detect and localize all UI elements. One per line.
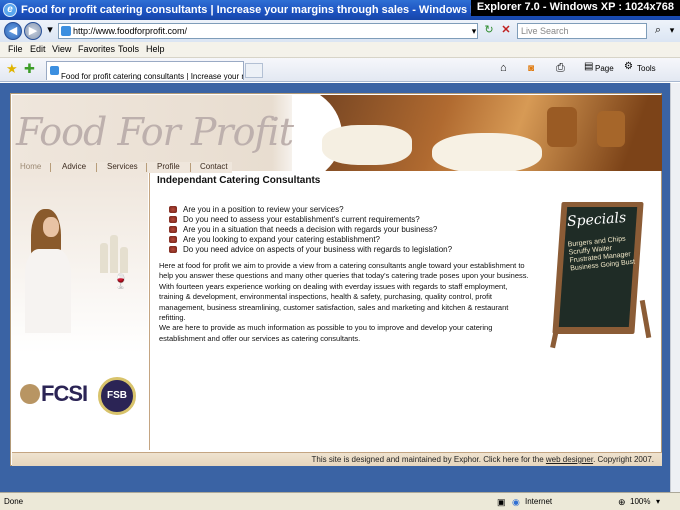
specials-text: Burgers and Chips Scruffy Waiter Frustra… xyxy=(567,235,636,273)
history-dropdown-icon[interactable]: ▾ xyxy=(42,23,58,39)
site-footer: This site is designed and maintained by … xyxy=(12,452,662,466)
address-toolbar: ◀ ▶ ▾ http://www.foodforprofit.com/ ▾ ↻ … xyxy=(0,20,680,42)
nav-contact[interactable]: Contact xyxy=(200,162,228,171)
window-titlebar: e Food for profit catering consultants |… xyxy=(0,0,680,20)
resolution-overlay: Explorer 7.0 - Windows XP : 1024x768 xyxy=(470,0,680,16)
tools-gear-icon: ⚙ xyxy=(624,61,633,72)
fsb-logo[interactable]: FSB xyxy=(98,377,136,415)
nav-profile[interactable]: Profile xyxy=(157,162,180,171)
menu-help[interactable]: Help xyxy=(146,44,165,54)
fcsi-globe-icon xyxy=(20,384,40,404)
zoom-icon: ⊕ xyxy=(618,497,626,507)
tab-title: Food for profit catering consultants | I… xyxy=(61,72,244,80)
main-content: Independant Catering Consultants Are you… xyxy=(157,173,661,443)
page-heading: Independant Catering Consultants xyxy=(157,175,321,186)
popup-blocker-icon[interactable]: ▣ xyxy=(497,497,506,508)
menu-file[interactable]: File xyxy=(8,44,23,54)
page-icon xyxy=(61,26,71,36)
tools-menu-button[interactable]: Tools xyxy=(637,64,656,73)
sidebar-divider xyxy=(149,173,150,450)
tab-favicon-icon xyxy=(50,66,59,75)
list-item: Do you need advice on aspects of your bu… xyxy=(169,245,452,255)
waitress-image xyxy=(17,193,97,333)
page-icon: ▤ xyxy=(584,61,594,72)
new-tab-button[interactable] xyxy=(245,63,263,78)
nav-advice[interactable]: Advice xyxy=(62,162,86,171)
tab-active[interactable]: Food for profit catering consultants | I… xyxy=(46,61,244,80)
status-bar: Done ▣ ◉ Internet ⊕ 100% ▾ xyxy=(0,492,680,510)
page-menu-button[interactable]: Page xyxy=(595,64,614,73)
intro-paragraph: Here at food for profit we aim to provid… xyxy=(159,261,529,343)
fcsi-logo[interactable]: FCSI xyxy=(20,381,88,407)
site-logo[interactable]: Food For Profit xyxy=(16,110,294,154)
tab-bar: ★ ✚ Food for profit catering consultants… xyxy=(0,58,680,82)
address-url: http://www.foodforprofit.com/ xyxy=(73,26,188,36)
site-nav: Home Advice Services Profile Contact xyxy=(12,162,232,173)
list-item: Do you need to assess your establishment… xyxy=(169,215,452,225)
menu-bar: File Edit View Favorites Tools Help xyxy=(0,42,680,58)
favorites-star-icon[interactable]: ★ xyxy=(6,61,18,77)
search-input[interactable]: Live Search xyxy=(517,23,647,39)
sidebar: 🍷 FCSI FSB xyxy=(12,173,148,450)
address-dropdown-icon[interactable]: ▾ xyxy=(466,24,482,40)
vertical-scrollbar[interactable] xyxy=(670,83,680,492)
ie-logo-icon: e xyxy=(3,3,17,17)
menu-favorites[interactable]: Favorites xyxy=(78,44,115,54)
list-item: Are you in a position to review your ser… xyxy=(169,205,452,215)
home-icon[interactable]: ⌂ xyxy=(500,62,507,74)
zoom-level[interactable]: 100% xyxy=(630,497,650,506)
forward-button[interactable]: ▶ xyxy=(24,22,42,40)
back-button[interactable]: ◀ xyxy=(4,22,22,40)
status-text: Done xyxy=(4,497,24,506)
internet-zone-icon: ◉ xyxy=(512,497,520,507)
list-item: Are you looking to expand your catering … xyxy=(169,235,452,245)
web-designer-link[interactable]: web designer xyxy=(546,455,593,464)
menu-edit[interactable]: Edit xyxy=(30,44,46,54)
list-item: Are you in a situation that needs a deci… xyxy=(169,225,452,235)
bottles-image xyxy=(98,233,138,273)
nav-home[interactable]: Home xyxy=(20,162,41,171)
add-favorites-icon[interactable]: ✚ xyxy=(24,61,35,77)
site-header: Food For Profit xyxy=(12,95,662,171)
menu-tools[interactable]: Tools xyxy=(118,44,139,54)
feeds-icon[interactable]: ◙ xyxy=(528,63,534,74)
nav-services[interactable]: Services xyxy=(107,162,138,171)
wine-glass-icon: 🍷 xyxy=(112,273,130,289)
stop-icon[interactable]: ✕ xyxy=(498,23,514,39)
restaurant-photo xyxy=(292,95,662,171)
search-options-icon[interactable]: ▾ xyxy=(664,23,680,39)
question-list: Are you in a position to review your ser… xyxy=(169,205,452,255)
menu-view[interactable]: View xyxy=(52,44,71,54)
zoom-dropdown-icon[interactable]: ▾ xyxy=(656,497,660,506)
security-zone: Internet xyxy=(525,497,553,506)
refresh-icon[interactable]: ↻ xyxy=(481,23,497,39)
print-icon[interactable]: ⎙ xyxy=(556,62,565,75)
address-input[interactable]: http://www.foodforprofit.com/ xyxy=(58,23,478,39)
web-page: Food For Profit Home Advice Services Pro… xyxy=(10,93,662,466)
specials-board-image: Specials Burgers and Chips Scruffy Waite… xyxy=(547,200,655,350)
browser-viewport: Food For Profit Home Advice Services Pro… xyxy=(0,83,680,492)
